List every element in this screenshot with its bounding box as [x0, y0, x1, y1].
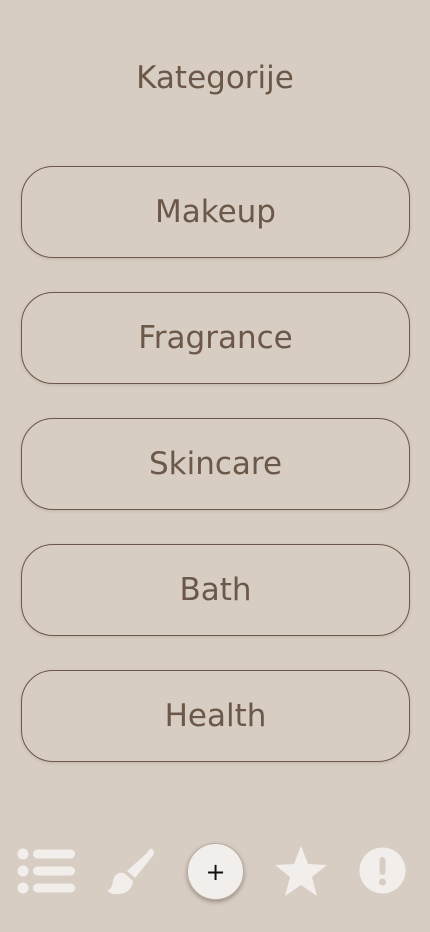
- page-title: Kategorije: [136, 60, 294, 96]
- paintbrush-icon[interactable]: [106, 847, 156, 897]
- alert-icon[interactable]: [359, 847, 406, 894]
- category-list: Makeup Fragrance Skincare Bath Health: [21, 166, 410, 796]
- star-icon[interactable]: [274, 845, 328, 897]
- list-icon[interactable]: [17, 848, 75, 894]
- bottom-nav: +: [0, 836, 430, 906]
- category-fragrance-button[interactable]: Fragrance: [21, 292, 410, 384]
- category-bath-button[interactable]: Bath: [21, 544, 410, 636]
- category-makeup-button[interactable]: Makeup: [21, 166, 410, 258]
- category-health-button[interactable]: Health: [21, 670, 410, 762]
- category-skincare-button[interactable]: Skincare: [21, 418, 410, 510]
- add-button[interactable]: +: [187, 843, 244, 900]
